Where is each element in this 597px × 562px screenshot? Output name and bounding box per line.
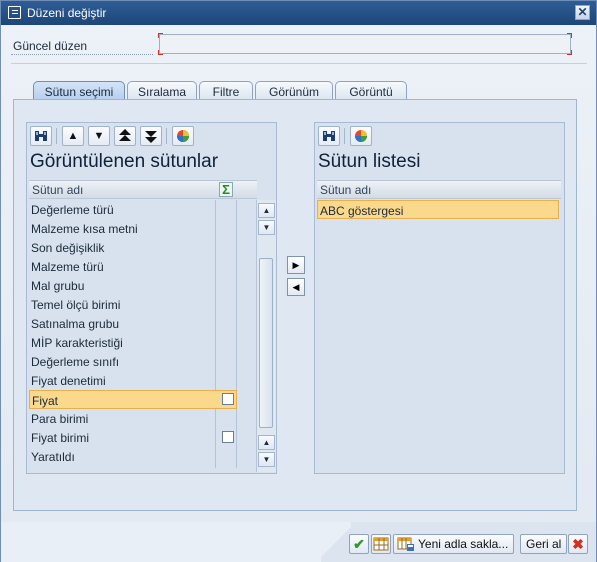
dialog-window: Düzeni değiştir ✕ Güncel düzen Sütun seç… [0,0,597,562]
cancel-icon: ✖ [572,536,584,552]
tab-view[interactable]: Görünüm [255,81,333,100]
current-layout-label: Güncel düzen [13,39,88,53]
list-item-label: Değerleme sınıfı [31,355,120,369]
list-item[interactable]: Yaratıldı [29,447,215,466]
close-button[interactable]: ✕ [575,5,590,20]
displayed-columns-box: ▲ ▼ Görüntülenen sütunlar Sütun adı Σ De… [26,122,277,474]
move-right-button[interactable]: ▶ [287,256,305,274]
displayed-columns-heading: Görüntülenen sütunlar [30,151,219,172]
list-item[interactable]: Değerleme türü [29,200,215,219]
sum-icon[interactable]: Σ [219,182,233,197]
list-item-label: MİP karakteristiği [31,336,123,350]
undo-label: Geri al [526,537,562,551]
scroll-down-button[interactable]: ▲ [258,435,275,450]
list-item[interactable]: ABC göstergesi [317,200,559,219]
color-wheel-icon[interactable] [350,126,372,146]
tab-sorting[interactable]: Sıralama [127,81,197,100]
edit-layout-icon [8,6,21,19]
checkmark-icon: ✔ [353,536,365,552]
move-down-icon[interactable]: ▼ [88,126,110,146]
tab-label: Görüntü [349,85,393,99]
scroll-up-button[interactable]: ▼ [258,220,275,235]
title-bar: Düzeni değiştir ✕ [1,1,596,25]
tab-label: Sütun seçimi [44,85,114,99]
list-item-label: Fiyat birimi [31,431,90,445]
layout-grid-icon [373,537,389,551]
find-icon[interactable] [318,126,340,146]
find-icon[interactable] [30,126,52,146]
tab-label: Sıralama [137,85,187,99]
list-item-label: Değerleme türü [31,203,114,217]
list-item-label: Fiyat [32,394,59,408]
scroll-top-button[interactable]: ▲ [258,203,275,218]
save-as-label: Yeni adla sakla... [418,537,509,551]
save-layout-icon [397,537,414,551]
list-item[interactable]: Malzeme türü [29,257,215,276]
list-item-label: Mal grubu [31,279,85,293]
move-bottom-icon[interactable] [140,126,162,146]
list-item[interactable]: Fiyat [29,390,237,409]
list-item[interactable]: Değerleme sınıfı [29,352,215,371]
list-item-label: Para birimi [31,412,89,426]
toolbar-separator [56,128,57,144]
label-underline [11,54,153,55]
left-column-header[interactable]: Sütun adı Σ [29,180,257,199]
tab-filter[interactable]: Filtre [199,81,253,100]
move-top-icon[interactable] [114,126,136,146]
list-item[interactable]: Son değişiklik [29,238,215,257]
sum-checkbox[interactable] [222,393,234,405]
toolbar-separator [344,128,345,144]
right-column-header[interactable]: Sütun adı [317,180,561,199]
tab-panel: ▲ ▼ Görüntülenen sütunlar Sütun adı Σ De… [13,99,577,511]
column-list-heading: Sütun listesi [318,151,421,172]
list-item[interactable]: Malzeme kısa metni [29,219,215,238]
move-up-icon[interactable]: ▲ [62,126,84,146]
list-item-label: Satınalma grubu [31,317,120,331]
list-item-label: Malzeme kısa metni [31,222,138,236]
separator [11,63,587,64]
cancel-button[interactable]: ✖ [568,534,588,554]
list-item-label: Son değişiklik [31,241,105,255]
tab-label: Görünüm [268,85,320,99]
sum-checkbox[interactable] [222,431,234,443]
list-item-label: Fiyat denetimi [31,374,106,388]
list-item-label: Malzeme türü [31,260,104,274]
undo-button[interactable]: Geri al [520,534,568,554]
move-left-button[interactable]: ◀ [287,278,305,296]
tab-label: Filtre [212,85,240,99]
color-wheel-icon[interactable] [172,126,194,146]
layout-grid-button[interactable] [371,534,391,554]
list-item[interactable]: MİP karakteristiği [29,333,215,352]
list-item[interactable]: Fiyat denetimi [29,371,215,390]
list-item[interactable]: Mal grubu [29,276,215,295]
window-title: Düzeni değiştir [27,6,107,20]
list-item[interactable]: Para birimi [29,409,215,428]
right-toolbar [315,123,564,149]
column-list-box: Sütun listesi Sütun adı ABC göstergesi [314,122,565,474]
left-toolbar: ▲ ▼ [27,123,276,149]
scroll-bottom-button[interactable]: ▼ [258,452,275,467]
list-item[interactable]: Temel ölçü birimi [29,295,215,314]
list-item[interactable]: Satınalma grubu [29,314,215,333]
column-name-header: Sütun adı [32,183,84,197]
list-item-label: ABC göstergesi [320,204,404,218]
scroll-thumb[interactable] [259,258,273,428]
save-as-button[interactable]: Yeni adla sakla... [393,534,515,554]
confirm-button[interactable]: ✔ [349,534,369,554]
column-name-header: Sütun adı [320,183,372,197]
toolbar-separator [166,128,167,144]
tab-column-selection[interactable]: Sütun seçimi [33,81,125,100]
left-scrollbar[interactable]: ▲ ▼ ▲ ▼ [256,200,276,472]
current-layout-input[interactable] [158,33,572,55]
tab-display[interactable]: Görüntü [335,81,407,100]
list-item[interactable]: Fiyat birimi [29,428,215,447]
list-item-label: Temel ölçü birimi [31,298,121,312]
list-item-label: Yaratıldı [31,450,75,464]
